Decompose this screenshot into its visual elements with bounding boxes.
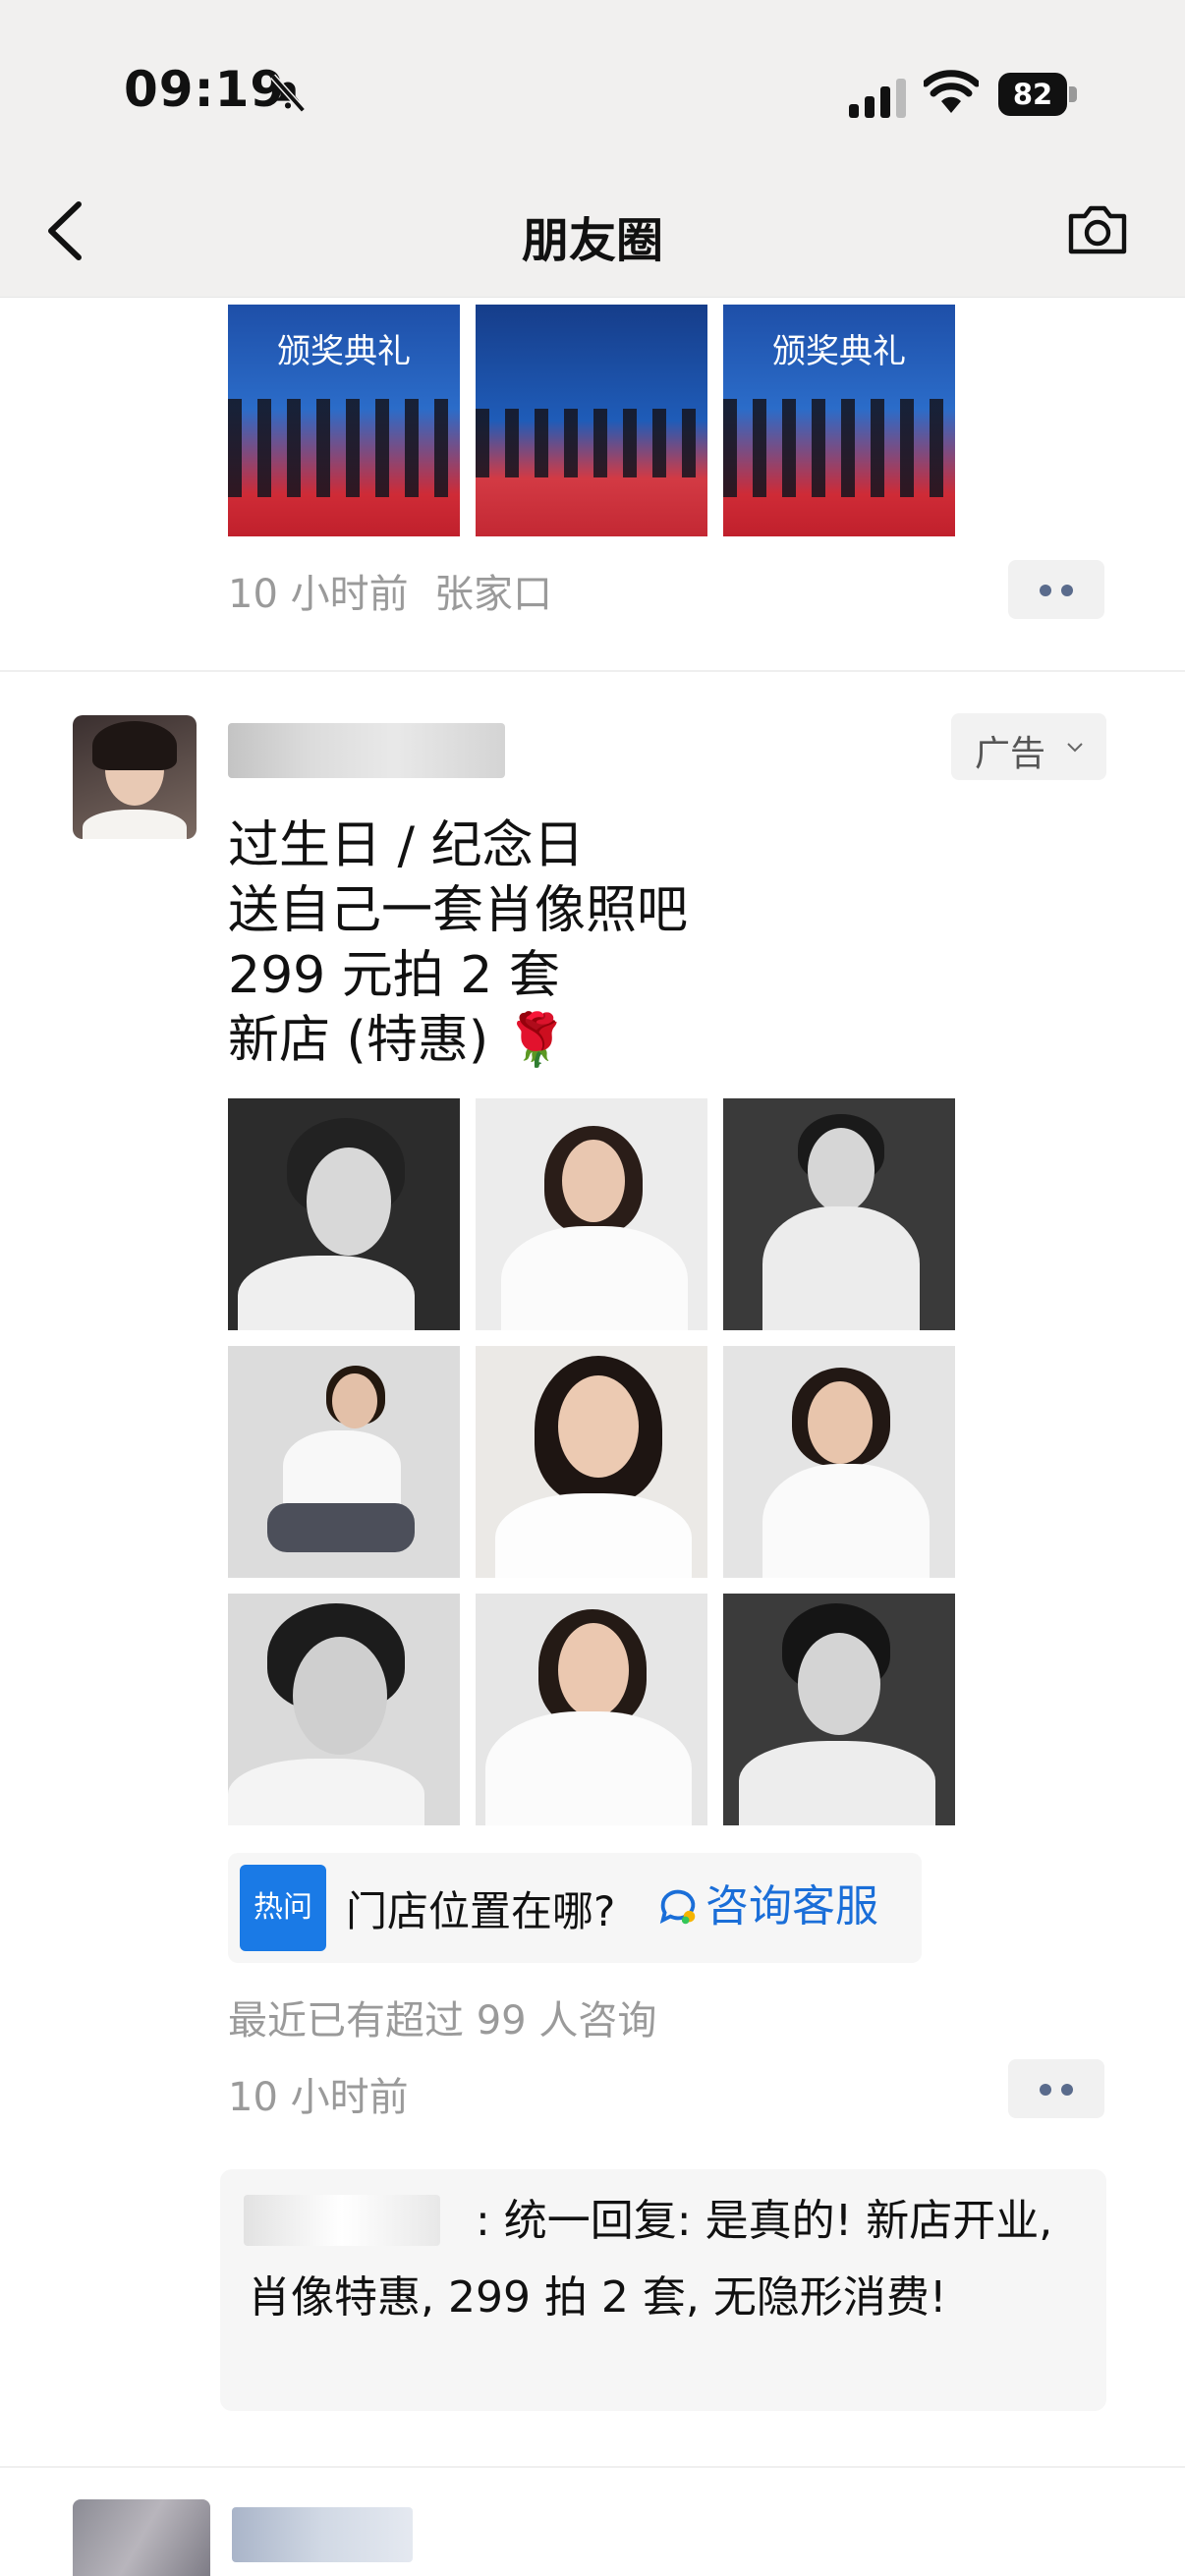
ad-tag-button[interactable]: 广告 [951, 713, 1106, 780]
chevron-down-icon [1067, 743, 1083, 753]
post-photo[interactable]: 颁奖典礼 [228, 305, 460, 536]
camera-icon[interactable] [1065, 202, 1130, 257]
portrait-photo[interactable] [723, 1594, 955, 1825]
comment-box[interactable]: : 统一回复: 是真的! 新店开业, 肖像特惠, 299 拍 2 套, 无隐形消… [220, 2169, 1106, 2411]
avatar[interactable] [73, 2499, 210, 2576]
hot-question-text: 门店位置在哪? [346, 1887, 616, 1935]
more-actions-button[interactable] [1008, 2059, 1104, 2118]
comment-text: : 统一回复: 是真的! 新店开业, 肖像特惠, 299 拍 2 套, 无隐形消… [248, 2196, 1053, 2323]
top-bar: 09:19 82 朋友圈 [0, 0, 1185, 298]
divider [0, 2466, 1185, 2468]
portrait-photo[interactable] [228, 1098, 460, 1330]
status-time: 09:19 [124, 61, 286, 118]
wifi-icon [924, 70, 979, 113]
consult-label: 咨询客服 [705, 1881, 878, 1932]
hot-question-card[interactable]: 热问 门店位置在哪? 咨询客服 [228, 1853, 922, 1963]
post-location[interactable]: 张家口 [434, 562, 552, 619]
portrait-photo[interactable] [723, 1346, 955, 1578]
post-photo[interactable]: 颁奖典礼 [723, 305, 955, 536]
blurred-username[interactable] [228, 723, 505, 778]
post-text-line: 过生日 / 纪念日 [228, 816, 585, 875]
post-text-line: 送自己一套肖像照吧 [228, 881, 689, 940]
more-actions-button[interactable] [1008, 560, 1104, 619]
portrait-photo[interactable] [228, 1346, 460, 1578]
portrait-photo[interactable] [476, 1098, 707, 1330]
chat-bubble-icon [659, 1889, 696, 1925]
portrait-photo[interactable] [228, 1594, 460, 1825]
portrait-photo[interactable] [723, 1098, 955, 1330]
bell-slash-icon [270, 74, 306, 113]
blurred-username[interactable] [232, 2507, 413, 2562]
cellular-signal-icon [849, 79, 906, 118]
photo-banner-text: 颁奖典礼 [772, 332, 906, 371]
post-photo[interactable] [476, 305, 707, 536]
photo-banner-text: 颁奖典礼 [277, 332, 411, 371]
post-text-line: 299 元拍 2 套 [228, 946, 560, 1005]
post-time: 10 小时前 [228, 2075, 409, 2120]
battery-icon: 82 [998, 73, 1077, 116]
avatar[interactable] [73, 715, 197, 839]
portrait-photo[interactable] [476, 1346, 707, 1578]
page-title: 朋友圈 [521, 213, 663, 268]
post-time: 10 小时前 [228, 572, 409, 617]
battery-level: 82 [998, 73, 1067, 116]
divider [0, 670, 1185, 672]
hot-badge: 热问 [240, 1865, 326, 1951]
consult-count: 最近已有超过 99 人咨询 [228, 1998, 657, 2044]
ad-label: 广告 [975, 734, 1046, 774]
post-text-line: 新店 (特惠) 🌹 [228, 1011, 569, 1070]
portrait-photo[interactable] [476, 1594, 707, 1825]
